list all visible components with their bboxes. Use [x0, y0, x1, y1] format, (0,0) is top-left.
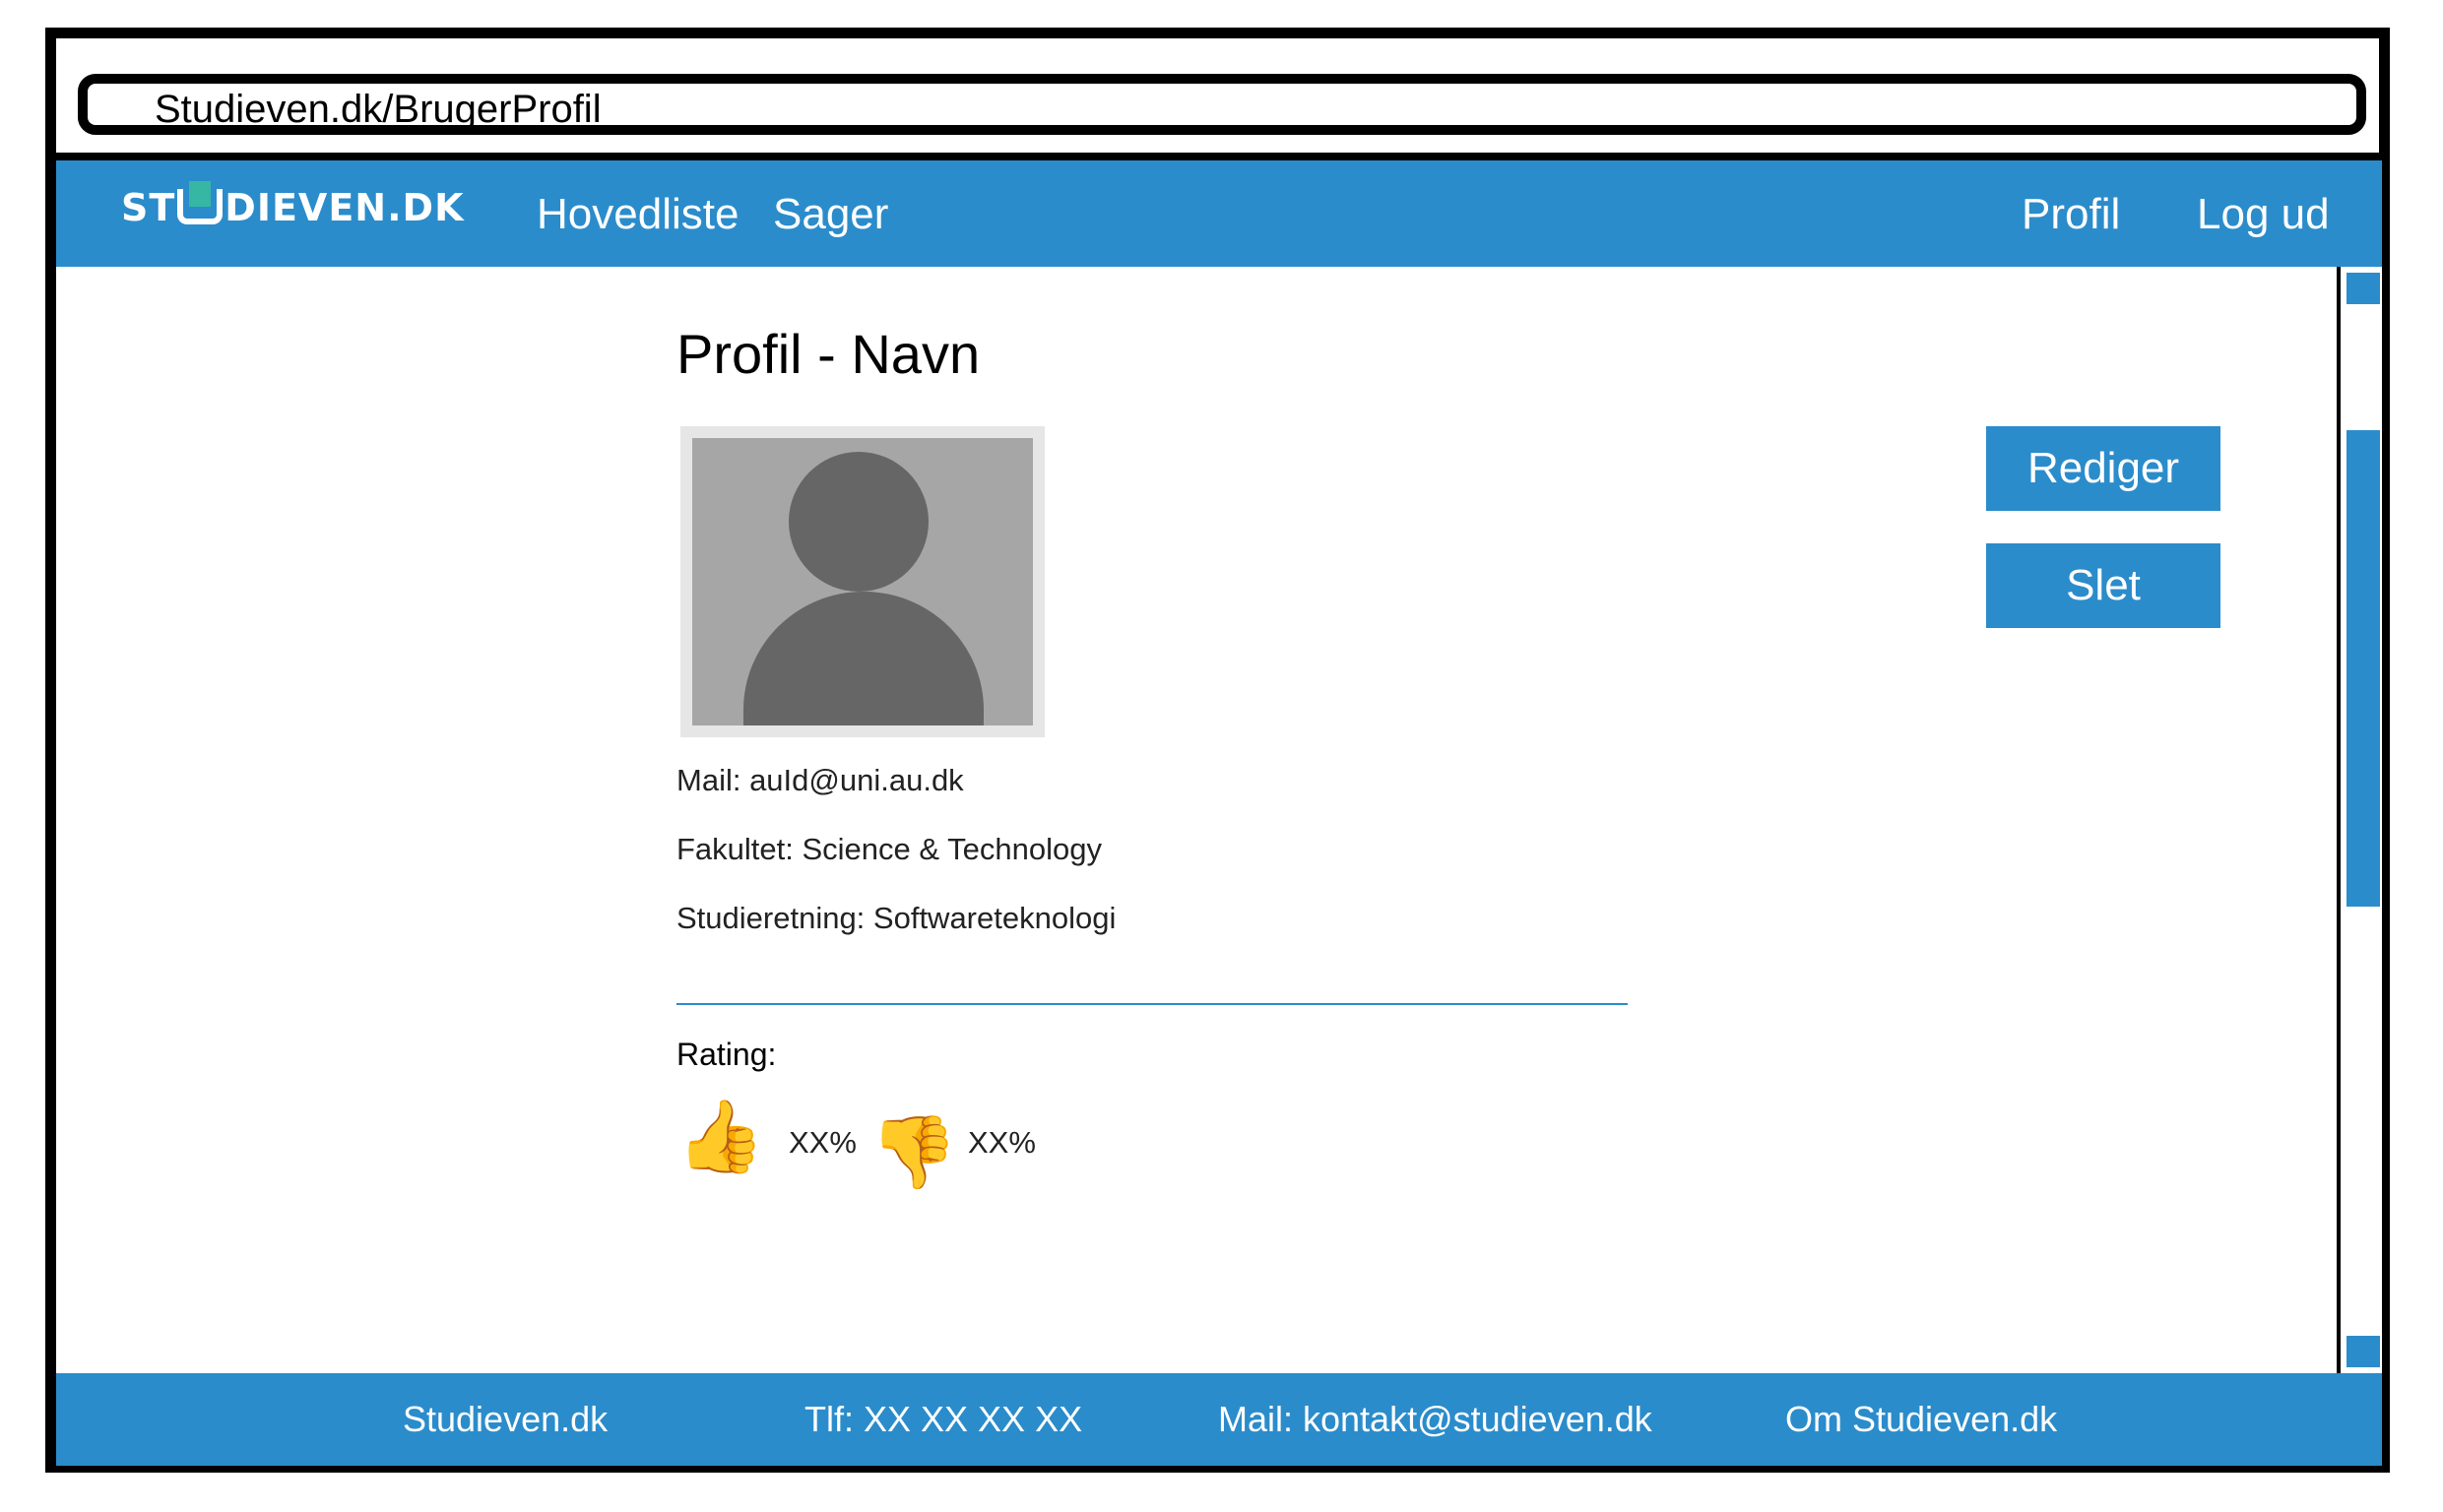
thumbs-up-percentage: XX%	[789, 1125, 857, 1160]
cup-icon	[177, 181, 224, 224]
browser-toolbar: Studieven.dk/BrugerProfil	[56, 38, 2379, 160]
scroll-up-button[interactable]	[2347, 273, 2380, 304]
thumbs-down-percentage: XX%	[968, 1125, 1036, 1160]
footer-mail[interactable]: Mail: kontakt@studieven.dk	[1218, 1399, 1652, 1440]
nav-link-hovedliste[interactable]: Hovedliste	[537, 190, 739, 239]
user-placeholder-icon	[692, 438, 1033, 725]
vertical-scrollbar[interactable]	[2337, 267, 2382, 1373]
profile-studieretning: Studieretning: Softwareteknologi	[676, 901, 1117, 935]
thumbs-up-icon[interactable]: 👍	[676, 1098, 765, 1176]
address-bar[interactable]: Studieven.dk/BrugerProfil	[78, 74, 2366, 135]
nav-link-profil[interactable]: Profil	[2022, 190, 2120, 239]
avatar-body	[743, 592, 984, 725]
profile-fakultet: Fakultet: Science & Technology	[676, 832, 1102, 866]
logo-text-left: ST	[121, 186, 176, 229]
browser-window: Studieven.dk/BrugerProfil ST DIEVEN.DK Ho…	[45, 28, 2390, 1473]
rating-label: Rating:	[676, 1037, 777, 1072]
logo-text-right: DIEVEN.DK	[225, 186, 465, 229]
delete-button[interactable]: Slet	[1986, 543, 2220, 628]
page-title: Profil - Navn	[676, 323, 981, 385]
nav-link-log-ud[interactable]: Log ud	[2197, 190, 2330, 239]
nav-link-sager[interactable]: Sager	[773, 190, 888, 239]
scroll-thumb[interactable]	[2347, 430, 2380, 907]
top-navbar: ST DIEVEN.DK Hovedliste Sager Profil Log …	[56, 160, 2382, 267]
scroll-down-button[interactable]	[2347, 1336, 2380, 1367]
footer-site-name[interactable]: Studieven.dk	[403, 1399, 608, 1440]
site-logo[interactable]: ST DIEVEN.DK	[121, 181, 465, 229]
footer-phone: Tlf: XX XX XX XX	[804, 1399, 1083, 1439]
avatar-head	[789, 452, 929, 592]
thumbs-down-icon[interactable]: 👎	[869, 1113, 958, 1192]
footer: Studieven.dk Tlf: XX XX XX XX Mail: kont…	[56, 1373, 2382, 1466]
section-divider	[676, 1003, 1628, 1005]
profile-avatar	[680, 426, 1045, 737]
profile-mail: Mail: auId@uni.au.dk	[676, 763, 964, 797]
footer-about-link[interactable]: Om Studieven.dk	[1785, 1399, 2057, 1440]
edit-button[interactable]: Rediger	[1986, 426, 2220, 511]
url-text[interactable]: Studieven.dk/BrugerProfil	[155, 90, 602, 129]
